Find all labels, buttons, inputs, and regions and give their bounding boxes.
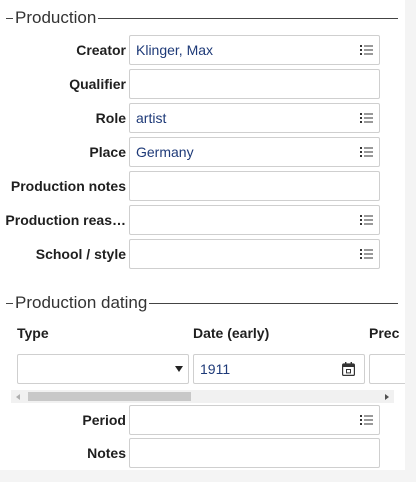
production-notes-field[interactable] bbox=[129, 171, 380, 201]
qualifier-row: Qualifier bbox=[0, 69, 405, 99]
creator-value: Klinger, Max bbox=[136, 42, 214, 58]
chevron-down-icon[interactable] bbox=[175, 366, 183, 372]
period-field[interactable] bbox=[129, 405, 380, 435]
form-panel: Production Creator Klinger, Max Qualifie… bbox=[0, 0, 405, 470]
type-column-header: Type bbox=[17, 325, 49, 341]
notes-field[interactable] bbox=[129, 438, 380, 468]
role-value: artist bbox=[136, 110, 167, 126]
place-label: Place bbox=[89, 144, 126, 160]
creator-row: Creator Klinger, Max bbox=[0, 35, 405, 65]
date-early-field[interactable]: 1911 bbox=[193, 354, 365, 384]
list-icon[interactable] bbox=[360, 44, 373, 56]
school-style-row: School / style bbox=[0, 239, 405, 269]
list-icon[interactable] bbox=[360, 414, 373, 426]
production-reason-label: Production reas… bbox=[5, 212, 126, 228]
production-section-title: Production bbox=[15, 8, 97, 27]
production-reason-field[interactable] bbox=[129, 205, 380, 235]
list-icon[interactable] bbox=[360, 112, 373, 124]
place-row: Place Germany bbox=[0, 137, 405, 167]
period-label: Period bbox=[82, 412, 126, 428]
role-row: Role artist bbox=[0, 103, 405, 133]
production-dating-section-header: Production dating bbox=[6, 293, 398, 313]
period-row: Period bbox=[0, 405, 405, 435]
production-reason-row: Production reas… bbox=[0, 205, 405, 235]
school-style-label: School / style bbox=[35, 246, 126, 262]
production-dating-section-title: Production dating bbox=[15, 293, 148, 312]
date-early-column-header: Date (early) bbox=[193, 325, 270, 341]
creator-field[interactable]: Klinger, Max bbox=[129, 35, 380, 65]
qualifier-label: Qualifier bbox=[69, 76, 126, 92]
place-value: Germany bbox=[136, 144, 194, 160]
role-label: Role bbox=[95, 110, 126, 126]
type-select[interactable] bbox=[17, 354, 189, 384]
scroll-left-icon[interactable] bbox=[16, 394, 20, 400]
date-early-value: 1911 bbox=[200, 361, 231, 377]
precision-column-header: Prec bbox=[369, 325, 400, 341]
notes-row: Notes bbox=[0, 438, 405, 468]
calendar-icon[interactable] bbox=[342, 362, 355, 376]
notes-label: Notes bbox=[87, 445, 126, 461]
place-field[interactable]: Germany bbox=[129, 137, 380, 167]
school-style-field[interactable] bbox=[129, 239, 380, 269]
creator-label: Creator bbox=[76, 42, 126, 58]
horizontal-scrollbar[interactable] bbox=[11, 390, 394, 403]
role-field[interactable]: artist bbox=[129, 103, 380, 133]
bottom-border bbox=[0, 470, 416, 482]
production-section-header: Production bbox=[6, 8, 398, 28]
precision-field[interactable] bbox=[369, 354, 405, 384]
scrollbar-thumb[interactable] bbox=[28, 392, 191, 401]
list-icon[interactable] bbox=[360, 214, 373, 226]
vertical-scrollbar-track[interactable] bbox=[405, 0, 416, 470]
list-icon[interactable] bbox=[360, 248, 373, 260]
qualifier-field[interactable] bbox=[129, 69, 380, 99]
production-notes-label: Production notes bbox=[10, 178, 126, 194]
list-icon[interactable] bbox=[360, 146, 373, 158]
scroll-right-icon[interactable] bbox=[385, 394, 389, 400]
production-notes-row: Production notes bbox=[0, 171, 405, 201]
